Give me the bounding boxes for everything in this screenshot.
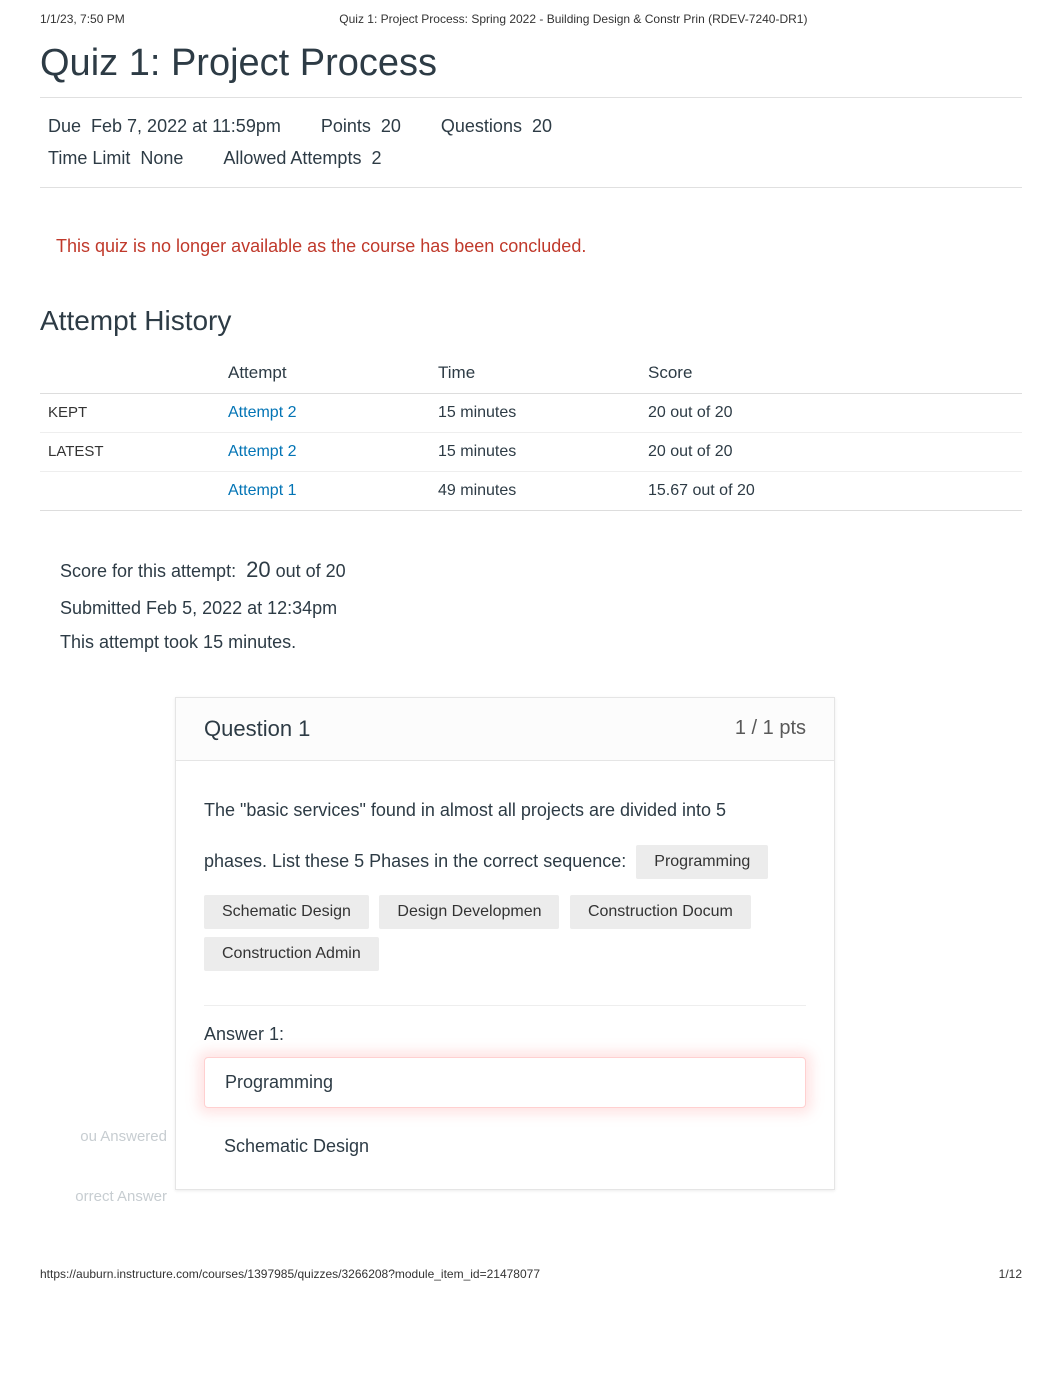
table-row: KEPT Attempt 2 15 minutes 20 out of 20 xyxy=(40,393,1022,432)
correct-answer-value: Schematic Design xyxy=(204,1126,806,1167)
question-body: The "basic services" found in almost all… xyxy=(176,761,834,1189)
print-datetime: 1/1/23, 7:50 PM xyxy=(40,12,125,26)
answer-chip[interactable]: Construction Docum xyxy=(570,895,751,929)
meta-label: Due xyxy=(48,110,81,142)
question-text-line: phases. List these 5 Phases in the corre… xyxy=(204,842,626,882)
footer-page: 1/12 xyxy=(999,1267,1022,1281)
table-header-row: Attempt Time Score xyxy=(40,353,1022,394)
you-answered-label: ou Answered xyxy=(40,1107,167,1167)
footer-url: https://auburn.instructure.com/courses/1… xyxy=(40,1267,540,1281)
meta-allowed: Allowed Attempts 2 xyxy=(223,142,381,174)
page-title: Quiz 1: Project Process xyxy=(40,42,1022,85)
question-header: Question 1 1 / 1 pts xyxy=(176,698,834,761)
print-footer: https://auburn.instructure.com/courses/1… xyxy=(0,1247,1062,1291)
meta-label: Time Limit xyxy=(48,142,130,174)
meta-value: 2 xyxy=(371,142,381,174)
attempt-link[interactable]: Attempt 2 xyxy=(228,443,296,460)
row-time: 15 minutes xyxy=(430,393,640,432)
quiz-meta: Due Feb 7, 2022 at 11:59pm Points 20 Que… xyxy=(40,97,1022,188)
col-blank xyxy=(40,353,220,394)
row-tag xyxy=(40,471,220,510)
answer-heading: Answer 1: xyxy=(204,1024,806,1045)
score-prefix: Score for this attempt: xyxy=(60,561,236,581)
answer-chip[interactable]: Schematic Design xyxy=(204,895,369,929)
attempt-link[interactable]: Attempt 1 xyxy=(228,482,296,499)
meta-due: Due Feb 7, 2022 at 11:59pm xyxy=(48,110,281,142)
row-score: 15.67 out of 20 xyxy=(640,471,1022,510)
duration-line: This attempt took 15 minutes. xyxy=(60,625,1002,659)
print-header: 1/1/23, 7:50 PM Quiz 1: Project Process:… xyxy=(0,0,1062,34)
col-score: Score xyxy=(640,353,1022,394)
row-tag: LATEST xyxy=(40,432,220,471)
attempt-link[interactable]: Attempt 2 xyxy=(228,404,296,421)
meta-points: Points 20 xyxy=(321,110,401,142)
question-text-line: The "basic services" found in almost all… xyxy=(204,791,806,831)
answer-chip[interactable]: Design Developmen xyxy=(379,895,559,929)
print-doc-title: Quiz 1: Project Process: Spring 2022 - B… xyxy=(125,12,1022,26)
attempt-history-table: Attempt Time Score KEPT Attempt 2 15 min… xyxy=(40,353,1022,511)
meta-label: Allowed Attempts xyxy=(223,142,361,174)
submitted-line: Submitted Feb 5, 2022 at 12:34pm xyxy=(60,591,1002,625)
quiz-concluded-alert: This quiz is no longer available as the … xyxy=(40,228,1022,265)
you-answered-value: Programming xyxy=(204,1057,806,1108)
meta-timelimit: Time Limit None xyxy=(48,142,183,174)
attempt-history-title: Attempt History xyxy=(40,305,1022,337)
col-attempt: Attempt xyxy=(220,353,430,394)
row-time: 49 minutes xyxy=(430,471,640,510)
question-box: Question 1 1 / 1 pts The "basic services… xyxy=(175,697,835,1190)
answer-section: Answer 1: Programming Schematic Design xyxy=(204,1005,806,1167)
row-score: 20 out of 20 xyxy=(640,393,1022,432)
meta-value: 20 xyxy=(381,110,401,142)
row-score: 20 out of 20 xyxy=(640,432,1022,471)
meta-questions: Questions 20 xyxy=(441,110,552,142)
meta-label: Questions xyxy=(441,110,522,142)
row-tag: KEPT xyxy=(40,393,220,432)
meta-label: Points xyxy=(321,110,371,142)
question-title: Question 1 xyxy=(204,716,310,742)
col-time: Time xyxy=(430,353,640,394)
question-points: 1 / 1 pts xyxy=(735,717,806,740)
meta-value: Feb 7, 2022 at 11:59pm xyxy=(91,110,281,142)
score-summary: Score for this attempt: 20 out of 20 Sub… xyxy=(40,541,1022,667)
score-value: 20 xyxy=(246,557,270,582)
score-suffix: out of 20 xyxy=(276,561,346,581)
row-time: 15 minutes xyxy=(430,432,640,471)
answer-chip[interactable]: Construction Admin xyxy=(204,937,379,971)
meta-value: 20 xyxy=(532,110,552,142)
table-row: Attempt 1 49 minutes 15.67 out of 20 xyxy=(40,471,1022,510)
correct-answer-label: orrect Answer xyxy=(40,1167,167,1227)
table-row: LATEST Attempt 2 15 minutes 20 out of 20 xyxy=(40,432,1022,471)
answer-chip[interactable]: Programming xyxy=(636,845,768,879)
meta-value: None xyxy=(140,142,183,174)
